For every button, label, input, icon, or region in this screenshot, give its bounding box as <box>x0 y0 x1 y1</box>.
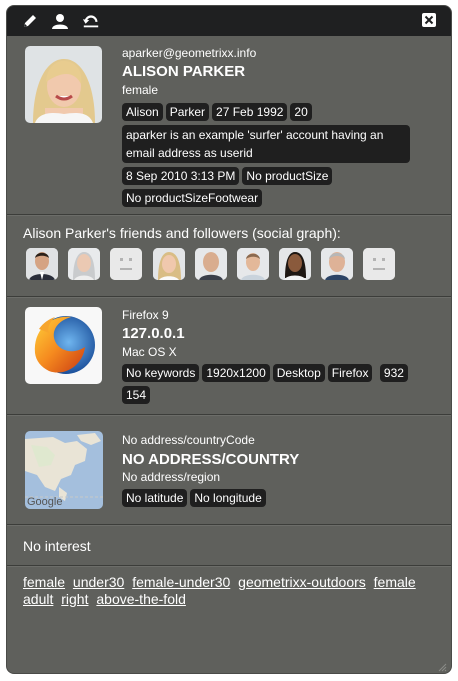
chip-firstname: Alison <box>122 103 163 121</box>
chip-longitude: No longitude <box>190 489 266 507</box>
profile-email: aparker@geometrixx.info <box>122 46 257 60</box>
profile-avatar <box>25 46 102 123</box>
chip-window-height: 154 <box>122 386 151 404</box>
toolbar <box>7 6 451 36</box>
interest-text: No interest <box>23 538 91 554</box>
chip-date: 8 Sep 2010 3:13 PM <box>122 167 240 185</box>
chip-lastname: Parker <box>165 103 210 121</box>
chip-browser: Firefox <box>327 364 373 382</box>
divider <box>7 215 451 216</box>
geo-chips: No latitude No longitude <box>122 489 422 511</box>
resize-handle-icon[interactable] <box>437 659 447 672</box>
friend-avatar[interactable] <box>153 248 185 280</box>
clientcontext-panel: aparker@geometrixx.info ALISON PARKER fe… <box>7 6 451 673</box>
close-button[interactable] <box>422 13 436 27</box>
chip-window-width: 932 <box>379 364 408 382</box>
tag-link[interactable]: adult <box>23 591 53 607</box>
tag-link[interactable]: above-the-fold <box>96 591 186 607</box>
chip-latitude: No latitude <box>122 489 188 507</box>
chip-resolution: 1920x1200 <box>202 364 270 382</box>
profile-gender: female <box>122 83 159 97</box>
user-icon[interactable] <box>51 12 69 30</box>
friend-avatar[interactable] <box>68 248 100 280</box>
tag-link[interactable]: under30 <box>73 574 124 590</box>
chip-productsize: No productSize <box>242 167 333 185</box>
friend-avatar[interactable] <box>321 248 353 280</box>
browser-chips: No keywords 1920x1200 Desktop Firefox 932 15… <box>122 364 422 408</box>
friend-avatar[interactable] <box>195 248 227 280</box>
close-icon <box>424 15 434 25</box>
browser-os: Mac OS X <box>122 345 177 359</box>
tag-link[interactable]: right <box>61 591 88 607</box>
geo-country-code: No address/countryCode <box>122 433 255 447</box>
divider <box>7 415 451 416</box>
tag-link[interactable]: female <box>374 574 416 590</box>
friend-avatar[interactable] <box>26 248 58 280</box>
friend-avatar[interactable] <box>279 248 311 280</box>
chip-description: aparker is an example 'surfer' account h… <box>122 125 410 163</box>
tag-link[interactable]: geometrixx-outdoors <box>238 574 366 590</box>
chip-age: 20 <box>290 103 312 121</box>
divider <box>7 525 451 526</box>
undo-icon[interactable] <box>82 12 100 30</box>
friend-avatar[interactable] <box>237 248 269 280</box>
tag-link[interactable]: female <box>23 574 65 590</box>
browser-ip: 127.0.0.1 <box>122 325 185 342</box>
divider <box>7 297 451 298</box>
segment-tags: female under30 female-under30 geometrixx… <box>23 574 423 608</box>
map-thumbnail[interactable]: Google <box>25 431 103 509</box>
geo-region: No address/region <box>122 470 221 484</box>
tag-link[interactable]: female-under30 <box>132 574 230 590</box>
pencil-icon[interactable] <box>21 12 39 30</box>
friend-placeholder[interactable] <box>110 248 142 280</box>
map-label: Google <box>27 496 62 508</box>
browser-name: Firefox 9 <box>122 308 169 322</box>
friend-placeholder[interactable] <box>363 248 395 280</box>
browser-logo <box>25 307 102 384</box>
chip-birthday: 27 Feb 1992 <box>212 103 288 121</box>
divider <box>7 566 451 567</box>
geo-country: NO ADDRESS/COUNTRY <box>122 451 300 468</box>
social-heading: Alison Parker's friends and followers (s… <box>23 225 341 241</box>
chip-device: Desktop <box>272 364 325 382</box>
profile-chips: Alison Parker 27 Feb 1992 20 aparker is an … <box>122 103 422 211</box>
chip-keywords: No keywords <box>122 364 200 382</box>
chip-footwear: No productSizeFootwear <box>122 189 263 207</box>
firefox-icon <box>25 307 102 384</box>
profile-name: ALISON PARKER <box>122 63 246 80</box>
